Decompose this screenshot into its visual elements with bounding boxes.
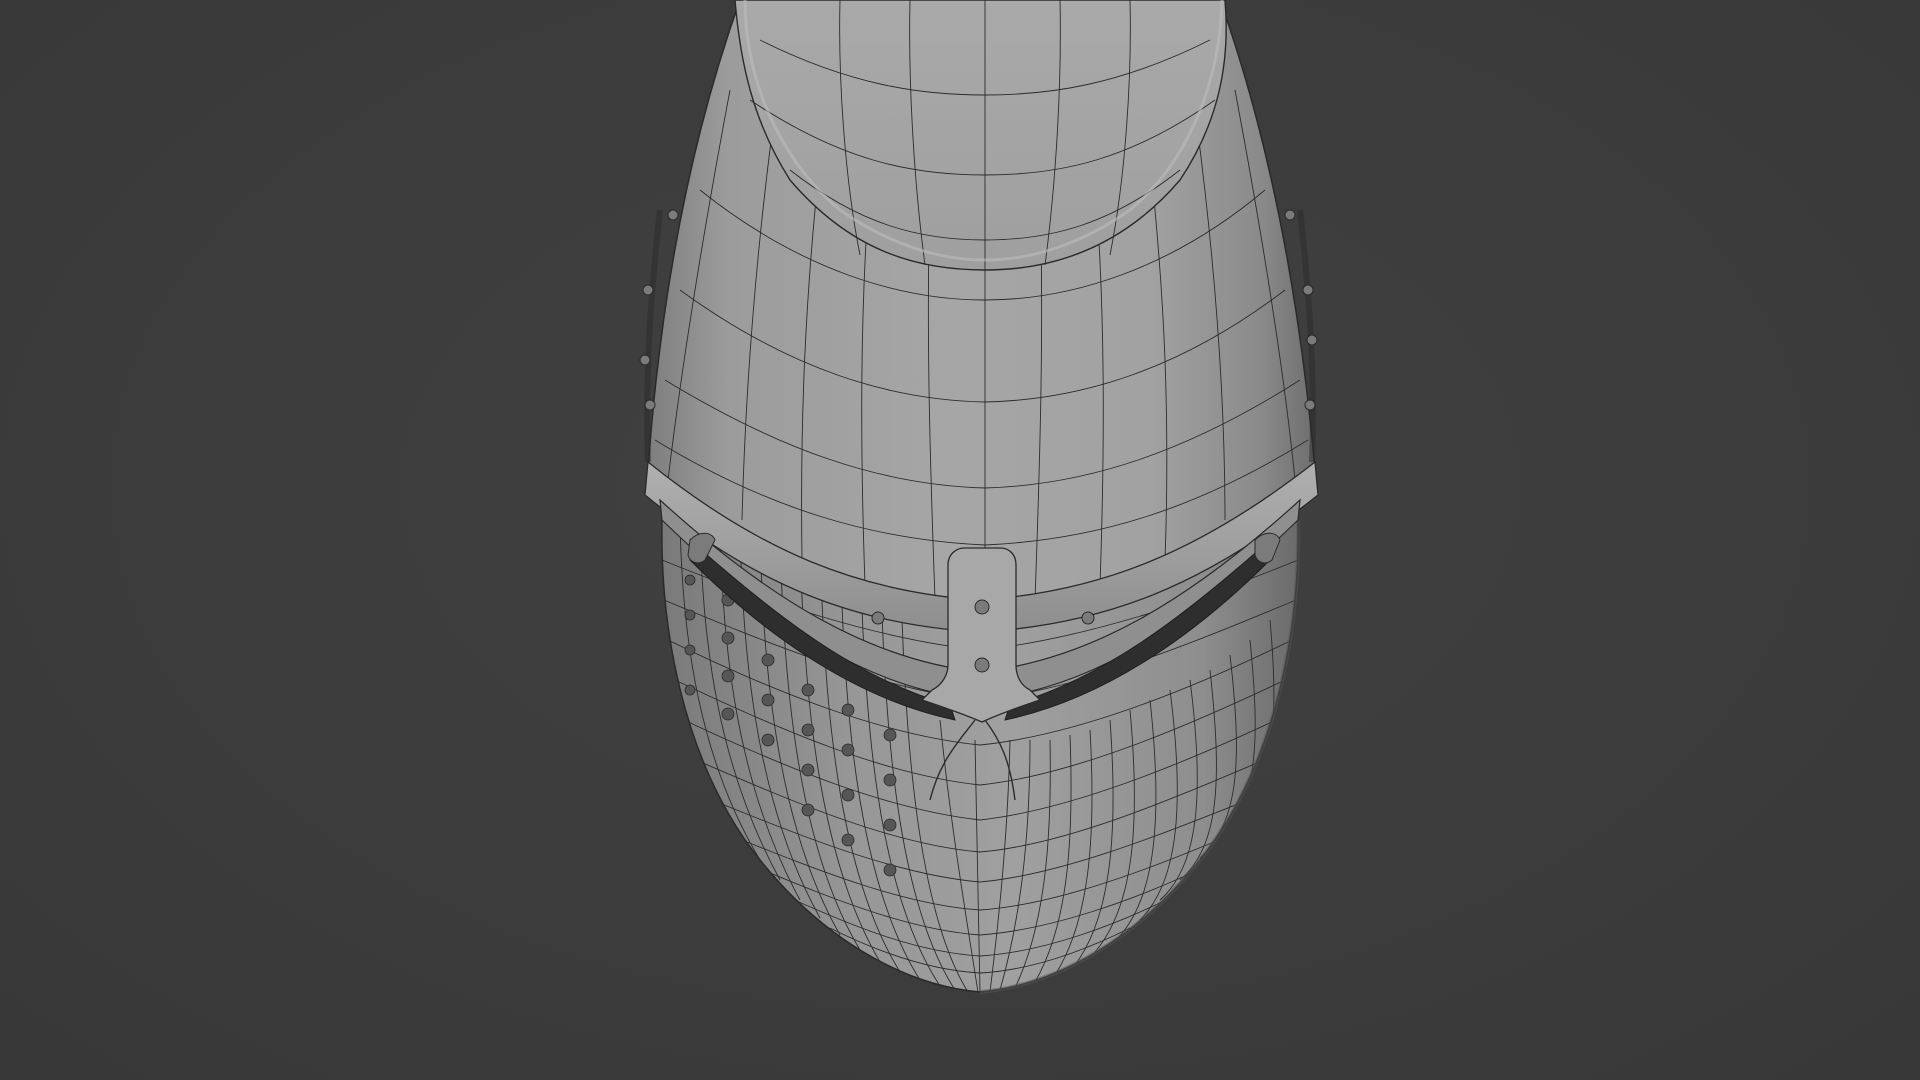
helmet-skull: [647, 0, 1316, 611]
rivet-icon: [871, 611, 885, 625]
rivet-icon: [974, 657, 990, 673]
helmet-model[interactable]: [0, 0, 1920, 1080]
3d-viewport[interactable]: [0, 0, 1920, 1080]
rivet-icon: [974, 599, 990, 615]
rivet-icon: [1081, 611, 1095, 625]
